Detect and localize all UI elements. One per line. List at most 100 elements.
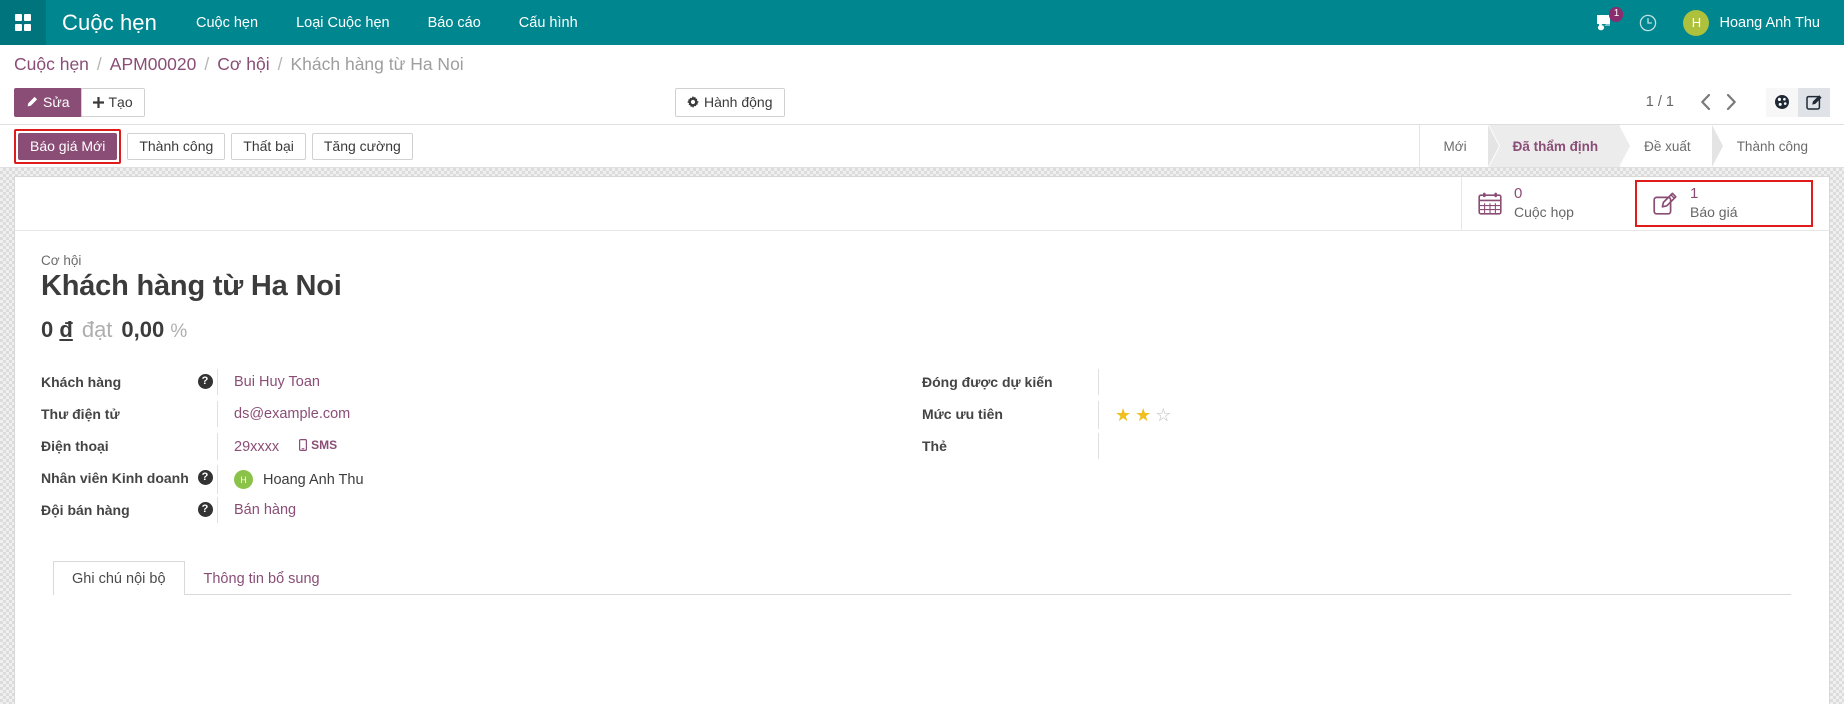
send-sms-label: SMS bbox=[311, 438, 337, 452]
form-view-button[interactable] bbox=[1798, 88, 1830, 117]
field-email-help-spacer bbox=[193, 401, 217, 406]
field-expected-closing-help-spacer bbox=[1074, 369, 1098, 374]
breadcrumb-item-appointments[interactable]: Cuộc hẹn bbox=[14, 54, 89, 75]
mark-won-button[interactable]: Thành công bbox=[127, 133, 225, 160]
star-filled-icon[interactable]: ★ bbox=[1115, 406, 1131, 424]
stat-buttons-row: 0 Cuộc họp 1 Báo giá bbox=[15, 177, 1829, 231]
field-tags-label: Thẻ bbox=[922, 433, 1074, 454]
chevron-divider-icon bbox=[1489, 125, 1500, 167]
edit-button[interactable]: Sửa bbox=[14, 88, 82, 117]
field-expected-closing-label: Đóng được dự kiến bbox=[922, 369, 1074, 390]
pager-next-button[interactable] bbox=[1718, 88, 1744, 116]
enrich-button[interactable]: Tăng cường bbox=[312, 133, 413, 160]
pager-previous-button[interactable] bbox=[1692, 88, 1718, 116]
salesperson-chip[interactable]: H Hoang Anh Thu bbox=[234, 470, 922, 489]
pipeline-stage-label: Thành công bbox=[1737, 139, 1808, 154]
field-customer: Khách hàng ? Bui Huy Toan bbox=[41, 369, 922, 400]
question-mark-icon[interactable]: ? bbox=[198, 374, 213, 389]
meetings-stat-label: Cuộc họp bbox=[1514, 204, 1574, 222]
probability-value[interactable]: 0,00 bbox=[121, 317, 164, 342]
field-email-value: ds@example.com bbox=[217, 401, 922, 427]
expected-revenue-amount[interactable]: 0 bbox=[41, 317, 53, 342]
star-filled-icon[interactable]: ★ bbox=[1135, 406, 1151, 424]
user-name-label: Hoang Anh Thu bbox=[1719, 15, 1820, 31]
menu-item-appointment-types[interactable]: Loại Cuộc hẹn bbox=[277, 0, 409, 45]
customer-link[interactable]: Bui Huy Toan bbox=[234, 374, 320, 390]
field-email-label: Thư điện tử bbox=[41, 401, 193, 422]
expected-revenue-row: 0 đ đạt 0,00 % bbox=[41, 317, 1803, 343]
apps-menu-button[interactable] bbox=[0, 0, 46, 45]
avatar: H bbox=[234, 470, 253, 489]
quotations-stat-text: 1 Báo giá bbox=[1690, 185, 1737, 221]
status-bar: Báo giá Mới Thành công Thất bại Tăng cườ… bbox=[0, 125, 1844, 168]
field-customer-label: Khách hàng bbox=[41, 369, 193, 390]
email-link[interactable]: ds@example.com bbox=[234, 406, 350, 422]
field-sales-team-help: ? bbox=[193, 497, 217, 517]
currency-symbol: đ bbox=[59, 317, 72, 342]
breadcrumb-current-record: Khách hàng từ Ha Noi bbox=[290, 54, 463, 75]
kanban-view-button[interactable] bbox=[1766, 88, 1798, 117]
action-menu-label: Hành động bbox=[704, 94, 773, 110]
clock-icon bbox=[1639, 14, 1657, 32]
form-view-icon bbox=[1806, 94, 1823, 111]
tab-internal-notes[interactable]: Ghi chú nội bộ bbox=[53, 561, 185, 595]
field-tags-help-spacer bbox=[1074, 433, 1098, 438]
send-sms-button[interactable]: SMS bbox=[299, 438, 337, 452]
main-menu: Cuộc hẹn Loại Cuộc hẹn Báo cáo Cấu hình bbox=[177, 0, 597, 45]
field-salesperson: Nhân viên Kinh doanh ? H Hoang Anh Thu bbox=[41, 465, 922, 496]
new-quotation-highlight-box: Báo giá Mới bbox=[14, 129, 121, 164]
pipeline-stage-new[interactable]: Mới bbox=[1420, 125, 1489, 167]
control-panel: Cuộc hẹn / APM00020 / Cơ hội / Khách hàn… bbox=[0, 45, 1844, 125]
pipeline-stage-proposition[interactable]: Đề xuất bbox=[1620, 125, 1713, 167]
quotations-stat-label: Báo giá bbox=[1690, 204, 1737, 222]
quotations-stat-button[interactable]: 1 Báo giá bbox=[1637, 182, 1811, 225]
menu-item-reporting[interactable]: Báo cáo bbox=[409, 0, 500, 45]
activities-button[interactable] bbox=[1627, 0, 1669, 45]
field-priority-label: Mức ưu tiên bbox=[922, 401, 1074, 422]
action-menu-button[interactable]: Hành động bbox=[675, 88, 785, 117]
question-mark-icon[interactable]: ? bbox=[198, 502, 213, 517]
breadcrumb-separator: / bbox=[97, 54, 102, 75]
pager-counter: 1 / 1 bbox=[1646, 94, 1674, 110]
navbar-right-group: 1 H Hoang Anh Thu bbox=[1584, 0, 1844, 45]
form-column-right: Đóng được dự kiến Mức ưu tiên ★ ★ ☆ bbox=[922, 369, 1803, 529]
sales-team-link[interactable]: Bán hàng bbox=[234, 502, 296, 518]
pipeline-stage-qualified[interactable]: Đã thẩm định bbox=[1489, 125, 1621, 167]
field-sales-team-value: Bán hàng bbox=[217, 497, 922, 523]
phone-link[interactable]: 29xxxx bbox=[234, 439, 279, 455]
field-expected-closing-value[interactable] bbox=[1098, 369, 1803, 395]
field-phone-help-spacer bbox=[193, 433, 217, 438]
field-customer-help: ? bbox=[193, 369, 217, 389]
messages-button[interactable]: 1 bbox=[1584, 0, 1627, 45]
field-salesperson-label: Nhân viên Kinh doanh bbox=[41, 465, 193, 486]
page-title[interactable]: Khách hàng từ Ha Noi bbox=[41, 270, 1803, 303]
percent-sign: % bbox=[170, 321, 187, 342]
mark-lost-button[interactable]: Thất bại bbox=[231, 133, 306, 160]
breadcrumb-separator: / bbox=[204, 54, 209, 75]
breadcrumb-item-opportunity[interactable]: Cơ hội bbox=[217, 54, 269, 75]
pencil-square-icon bbox=[1653, 192, 1678, 216]
user-menu-button[interactable]: H Hoang Anh Thu bbox=[1669, 0, 1826, 45]
field-tags-value[interactable] bbox=[1098, 433, 1803, 459]
apps-grid-icon bbox=[15, 14, 32, 31]
meetings-stat-button[interactable]: 0 Cuộc họp bbox=[1461, 177, 1635, 230]
tab-extra-info[interactable]: Thông tin bổ sung bbox=[185, 561, 339, 595]
pipeline-stage-won[interactable]: Thành công bbox=[1713, 125, 1830, 167]
priority-star-rating: ★ ★ ☆ bbox=[1115, 406, 1803, 424]
breadcrumb-item-apm00020[interactable]: APM00020 bbox=[110, 54, 197, 75]
create-button[interactable]: Tạo bbox=[81, 88, 145, 117]
star-empty-icon[interactable]: ☆ bbox=[1155, 406, 1171, 424]
notebook: Ghi chú nội bộ Thông tin bổ sung bbox=[41, 561, 1803, 635]
at-word-label: đạt bbox=[82, 317, 113, 343]
form-sheet: 0 Cuộc họp 1 Báo giá bbox=[14, 176, 1830, 704]
meetings-stat-text: 0 Cuộc họp bbox=[1514, 185, 1574, 221]
field-email: Thư điện tử ds@example.com bbox=[41, 401, 922, 432]
record-subtitle: Cơ hội bbox=[41, 253, 1803, 268]
app-brand-title[interactable]: Cuộc hẹn bbox=[46, 10, 177, 36]
field-phone-value: 29xxxx SMS bbox=[217, 433, 922, 460]
question-mark-icon[interactable]: ? bbox=[198, 470, 213, 485]
menu-item-configuration[interactable]: Cấu hình bbox=[500, 0, 597, 45]
plus-icon bbox=[93, 97, 104, 108]
menu-item-appointments[interactable]: Cuộc hẹn bbox=[177, 0, 277, 45]
new-quotation-button[interactable]: Báo giá Mới bbox=[18, 133, 117, 160]
